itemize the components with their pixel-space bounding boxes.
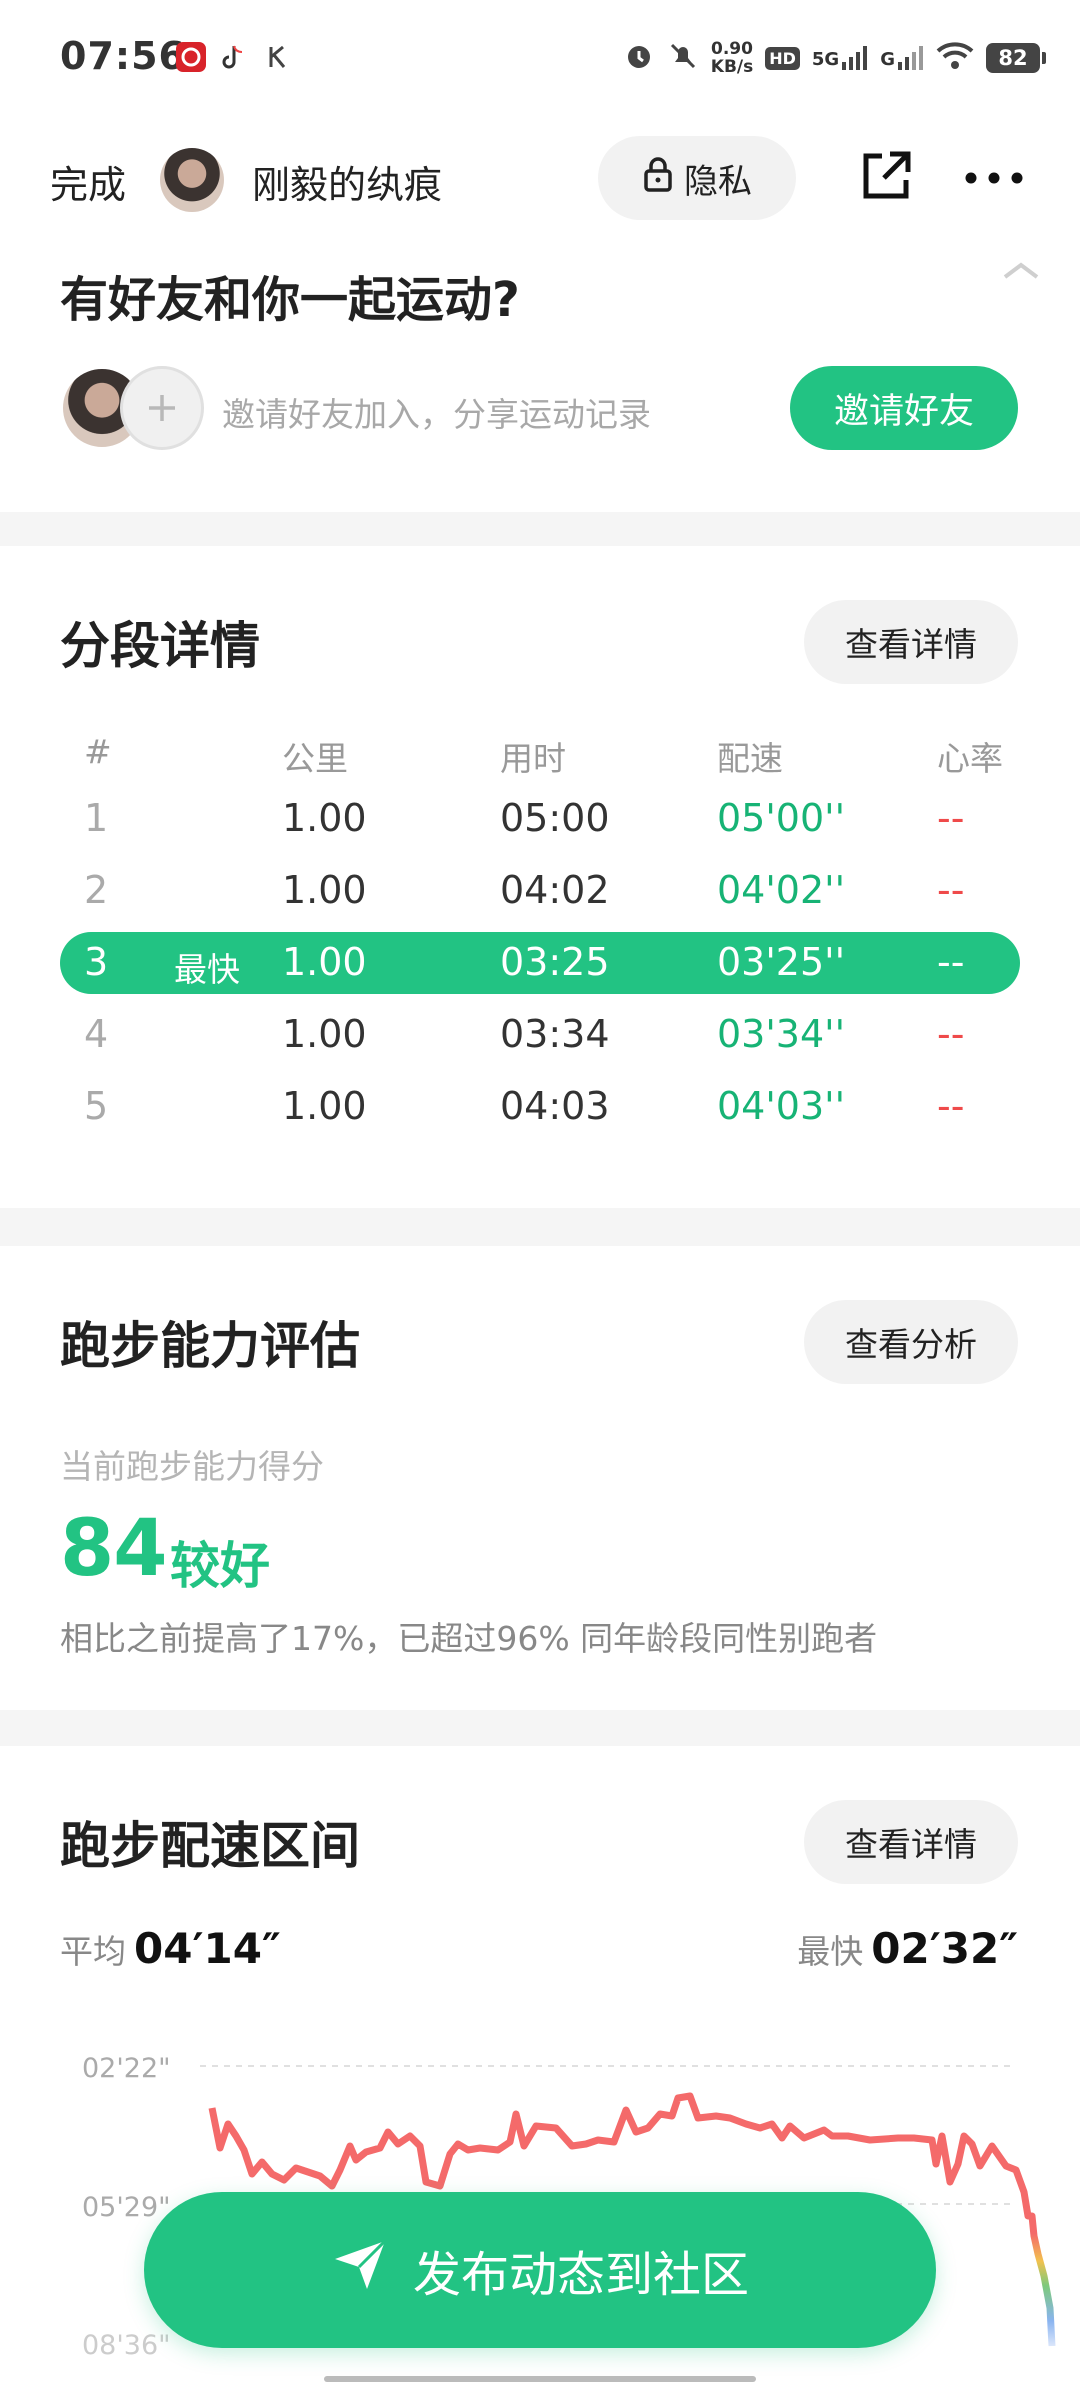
avatar[interactable] <box>160 148 224 212</box>
ability-level: 较好 <box>170 1537 270 1595</box>
done-button[interactable]: 完成 <box>50 154 126 209</box>
ability-description: 相比之前提高了17%，已超过96% 同年龄段同性别跑者 <box>60 1619 878 1658</box>
splits-detail-button[interactable]: 查看详情 <box>804 600 1018 684</box>
invite-card: 有好友和你一起运动? 邀请好友加入，分享运动记录 邀请好友 <box>0 240 1080 512</box>
lock-icon <box>642 156 674 201</box>
top-navigation: 完成 刚毅的纨痕 隐私 <box>0 118 1080 240</box>
splits-title: 分段详情 <box>60 617 260 675</box>
avg-pace: 平均 04′14″ <box>60 1924 281 1973</box>
invite-text: 邀请好友加入，分享运动记录 <box>222 395 651 434</box>
k-app-icon <box>264 42 294 72</box>
y-tick-label-top: 02'22" <box>82 2053 171 2084</box>
splits-card: 分段详情 查看详情 # 公里 用时 配速 心率 1 1.00 05:00 05'… <box>0 546 1080 1208</box>
fastest-pace: 最快 02′32″ <box>797 1924 1018 1973</box>
share-icon[interactable] <box>858 148 914 208</box>
signal-5g: 5G <box>812 46 868 70</box>
tiktok-icon <box>218 42 248 72</box>
signal-g: G <box>880 46 924 70</box>
publish-to-community-button[interactable]: 发布动态到社区 <box>144 2192 936 2348</box>
invite-title: 有好友和你一起运动? <box>60 272 520 328</box>
mute-icon <box>667 40 699 76</box>
ability-analysis-button[interactable]: 查看分析 <box>804 1300 1018 1384</box>
table-row: 4 1.00 03:34 03'34'' -- <box>84 1012 965 1056</box>
table-row: 1 1.00 05:00 05'00'' -- <box>84 796 965 840</box>
user-nickname: 刚毅的纨痕 <box>252 163 443 207</box>
fastest-tag: 最快 <box>174 950 240 989</box>
y-tick-label-middle: 05'29" <box>82 2192 171 2223</box>
status-right: 0.90 KB/s HD 5G G 82 <box>623 36 1046 80</box>
publish-label: 发布动态到社区 <box>412 2247 749 2303</box>
status-bar: 07:56 0.90 KB/s HD 5G G 82 <box>0 0 1080 118</box>
alarm-icon <box>623 40 655 76</box>
pace-zone-title: 跑步配速区间 <box>60 1817 360 1875</box>
col-header-km: 公里 <box>282 739 348 778</box>
running-ability-card: 跑步能力评估 查看分析 当前跑步能力得分 84 较好 相比之前提高了17%，已超… <box>0 1246 1080 1710</box>
ability-score: 84 <box>60 1504 168 1594</box>
battery-indicator: 82 <box>986 43 1046 73</box>
table-row: 5 1.00 04:03 04'03'' -- <box>84 1084 965 1128</box>
ability-title: 跑步能力评估 <box>60 1317 360 1375</box>
privacy-button[interactable]: 隐私 <box>598 136 796 220</box>
hd-badge: HD <box>765 46 800 70</box>
home-indicator[interactable] <box>324 2376 756 2382</box>
score-label: 当前跑步能力得分 <box>60 1447 324 1486</box>
col-header-pace: 配速 <box>717 739 783 778</box>
y-tick-label-bottom: 08'36" <box>82 2330 171 2356</box>
privacy-label: 隐私 <box>684 161 752 202</box>
network-speed: 0.90 KB/s <box>710 39 754 77</box>
wifi-icon <box>936 41 974 75</box>
pace-zone-detail-button[interactable]: 查看详情 <box>804 1800 1018 1884</box>
col-header-time: 用时 <box>500 739 566 778</box>
send-icon <box>331 2235 389 2305</box>
netease-music-icon <box>176 42 206 72</box>
table-row: 2 1.00 04:02 04'02'' -- <box>84 868 965 912</box>
col-header-heart-rate: 心率 <box>937 739 1003 778</box>
col-header-index: # <box>84 732 112 771</box>
table-row-fastest: 3 最快 1.00 03:25 03'25'' -- <box>60 932 1020 994</box>
status-time: 07:56 <box>60 34 186 78</box>
invite-friends-button[interactable]: 邀请好友 <box>790 366 1018 450</box>
collapse-icon[interactable] <box>1002 260 1040 284</box>
add-friend-icon[interactable] <box>120 366 204 450</box>
more-icon[interactable] <box>964 170 1024 189</box>
